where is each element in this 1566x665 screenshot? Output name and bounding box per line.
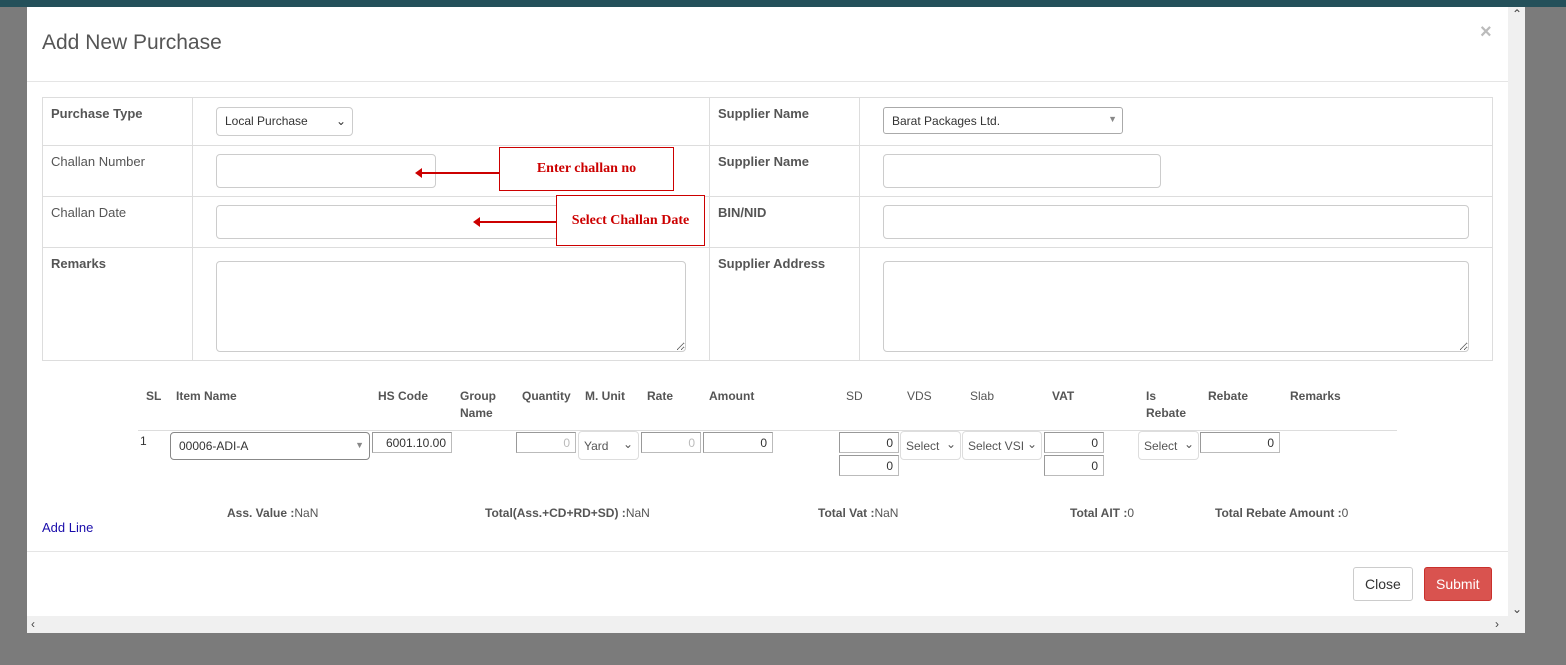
supplier-address-label: Supplier Address [718,256,826,271]
remarks-textarea[interactable] [216,261,686,352]
purchase-type-label: Purchase Type [51,106,143,121]
submit-button[interactable]: Submit [1424,567,1492,601]
remarks-label: Remarks [51,256,106,271]
slab-value: Select VSI [968,439,1025,453]
is-rebate-value: Select [1144,439,1178,453]
purchase-type-value: Local Purchase [225,114,308,128]
is-rebate-select[interactable]: Select ⌄ [1138,431,1199,460]
col-vat: VAT [1052,389,1075,403]
challan-number-label: Challan Number [51,154,145,169]
col-group-line1: Group [460,389,496,403]
rate-input[interactable]: 0 [641,432,701,453]
col-hs-code: HS Code [378,389,429,403]
supplier-name-label: Supplier Name [718,106,810,121]
col-slab: Slab [970,389,995,403]
col-quantity: Quantity [522,389,571,403]
col-amount: Amount [709,389,755,403]
divider [27,81,1508,82]
challan-no-annotation: Enter challan no [499,147,674,191]
caret-down-icon: ▼ [1108,114,1117,124]
scroll-left-icon[interactable]: ‹ [31,617,35,631]
horizontal-scrollbar[interactable]: ‹ › [27,616,1525,633]
rebate-input[interactable]: 0 [1200,432,1280,453]
chevron-down-icon: ⌄ [1183,437,1194,451]
purchase-type-select[interactable]: Local Purchase ⌄ [216,107,353,136]
m-unit-value: Yard [584,439,609,453]
chevron-down-icon: ⌄ [1026,437,1037,451]
col-is-rebate-line1: Is [1146,389,1157,403]
total-rebate-label: Total Rebate Amount : [1215,506,1342,520]
col-sl: SL [146,389,162,403]
total-ass-cd-rd-sd: Total(Ass.+CD+RD+SD) :NaN [485,506,650,520]
challan-date-annotation: Select Challan Date [556,195,705,246]
supplier-name-select[interactable]: Barat Packages Ltd. ▼ [883,107,1123,134]
add-line-link[interactable]: Add Line [42,520,93,535]
col-remarks: Remarks [1290,389,1341,403]
total-vat: Total Vat :NaN [818,506,898,520]
vds-value: Select [906,439,940,453]
sd-input[interactable]: 0 [839,432,899,453]
modal-title: Add New Purchase [42,31,222,54]
total-vat-label: Total Vat : [818,506,875,520]
scroll-up-icon[interactable]: ⌃ [1512,7,1522,21]
col-is-rebate-line2: Rebate [1146,406,1187,420]
supplier-name-2-label: Supplier Name [718,154,810,169]
ass-value: NaN [294,506,319,520]
col-group-line2: Name [460,406,493,420]
item-name-select[interactable]: 00006-ADI-A ▼ [170,432,370,460]
total-rebate-value: 0 [1341,506,1349,520]
col-rebate: Rebate [1208,389,1249,403]
header-divider [138,430,1397,431]
slab-select[interactable]: Select VSI ⌄ [962,431,1042,460]
col-sd: SD [846,389,863,403]
add-purchase-modal: Add New Purchase × Purchase Type Local P… [27,7,1525,633]
total-vat-value: NaN [874,506,899,520]
total-ait: Total AIT :0 [1070,506,1134,520]
chevron-down-icon: ⌄ [945,437,956,451]
close-button[interactable]: Close [1353,567,1413,601]
row-sl: 1 [140,434,147,448]
bin-nid-label: BIN/NID [718,205,767,220]
total-ait-label: Total AIT : [1070,506,1128,520]
item-name-value: 00006-ADI-A [179,439,249,453]
arrow-left-icon [473,217,556,227]
bin-nid-input[interactable] [883,205,1469,239]
vat-input[interactable]: 0 [1044,432,1104,453]
footer-divider [27,551,1508,552]
background-header [0,0,1566,7]
ass-value-total: Ass. Value :NaN [227,506,318,520]
total-value: NaN [625,506,650,520]
close-icon[interactable]: × [1480,21,1492,44]
supplier-address-textarea[interactable] [883,261,1469,352]
chevron-down-icon: ⌄ [335,114,346,128]
amount-input[interactable]: 0 [703,432,773,453]
m-unit-select[interactable]: Yard ⌄ [578,431,639,460]
arrow-left-icon [415,168,499,178]
hs-code-input[interactable]: 6001.10.00 [372,432,452,453]
challan-number-input[interactable] [216,154,436,188]
total-label: Total(Ass.+CD+RD+SD) : [485,506,626,520]
supplier-name-value: Barat Packages Ltd. [892,114,1001,128]
col-group-name: Group Name [460,388,496,422]
col-vds: VDS [907,389,932,403]
col-rate: Rate [647,389,674,403]
chevron-down-icon: ⌄ [622,437,633,451]
col-is-rebate: Is Rebate [1146,388,1186,422]
col-item-name: Item Name [176,389,237,403]
scroll-right-icon[interactable]: › [1495,617,1499,631]
total-ait-value: 0 [1127,506,1135,520]
challan-date-label: Challan Date [51,205,127,220]
col-m-unit: M. Unit [585,389,625,403]
vat-amount-input[interactable]: 0 [1044,455,1104,476]
supplier-name-input[interactable] [883,154,1161,188]
vds-select[interactable]: Select ⌄ [900,431,961,460]
scroll-down-icon[interactable]: ⌄ [1512,602,1522,616]
total-rebate: Total Rebate Amount :0 [1215,506,1348,520]
vertical-scrollbar[interactable]: ⌃ ⌄ [1508,7,1525,616]
caret-down-icon: ▼ [355,440,364,450]
sd-amount-input[interactable]: 0 [839,455,899,476]
purchase-form: Purchase Type Local Purchase ⌄ Supplier N… [42,97,1493,361]
ass-value-label: Ass. Value : [227,506,295,520]
quantity-input[interactable]: 0 [516,432,576,453]
